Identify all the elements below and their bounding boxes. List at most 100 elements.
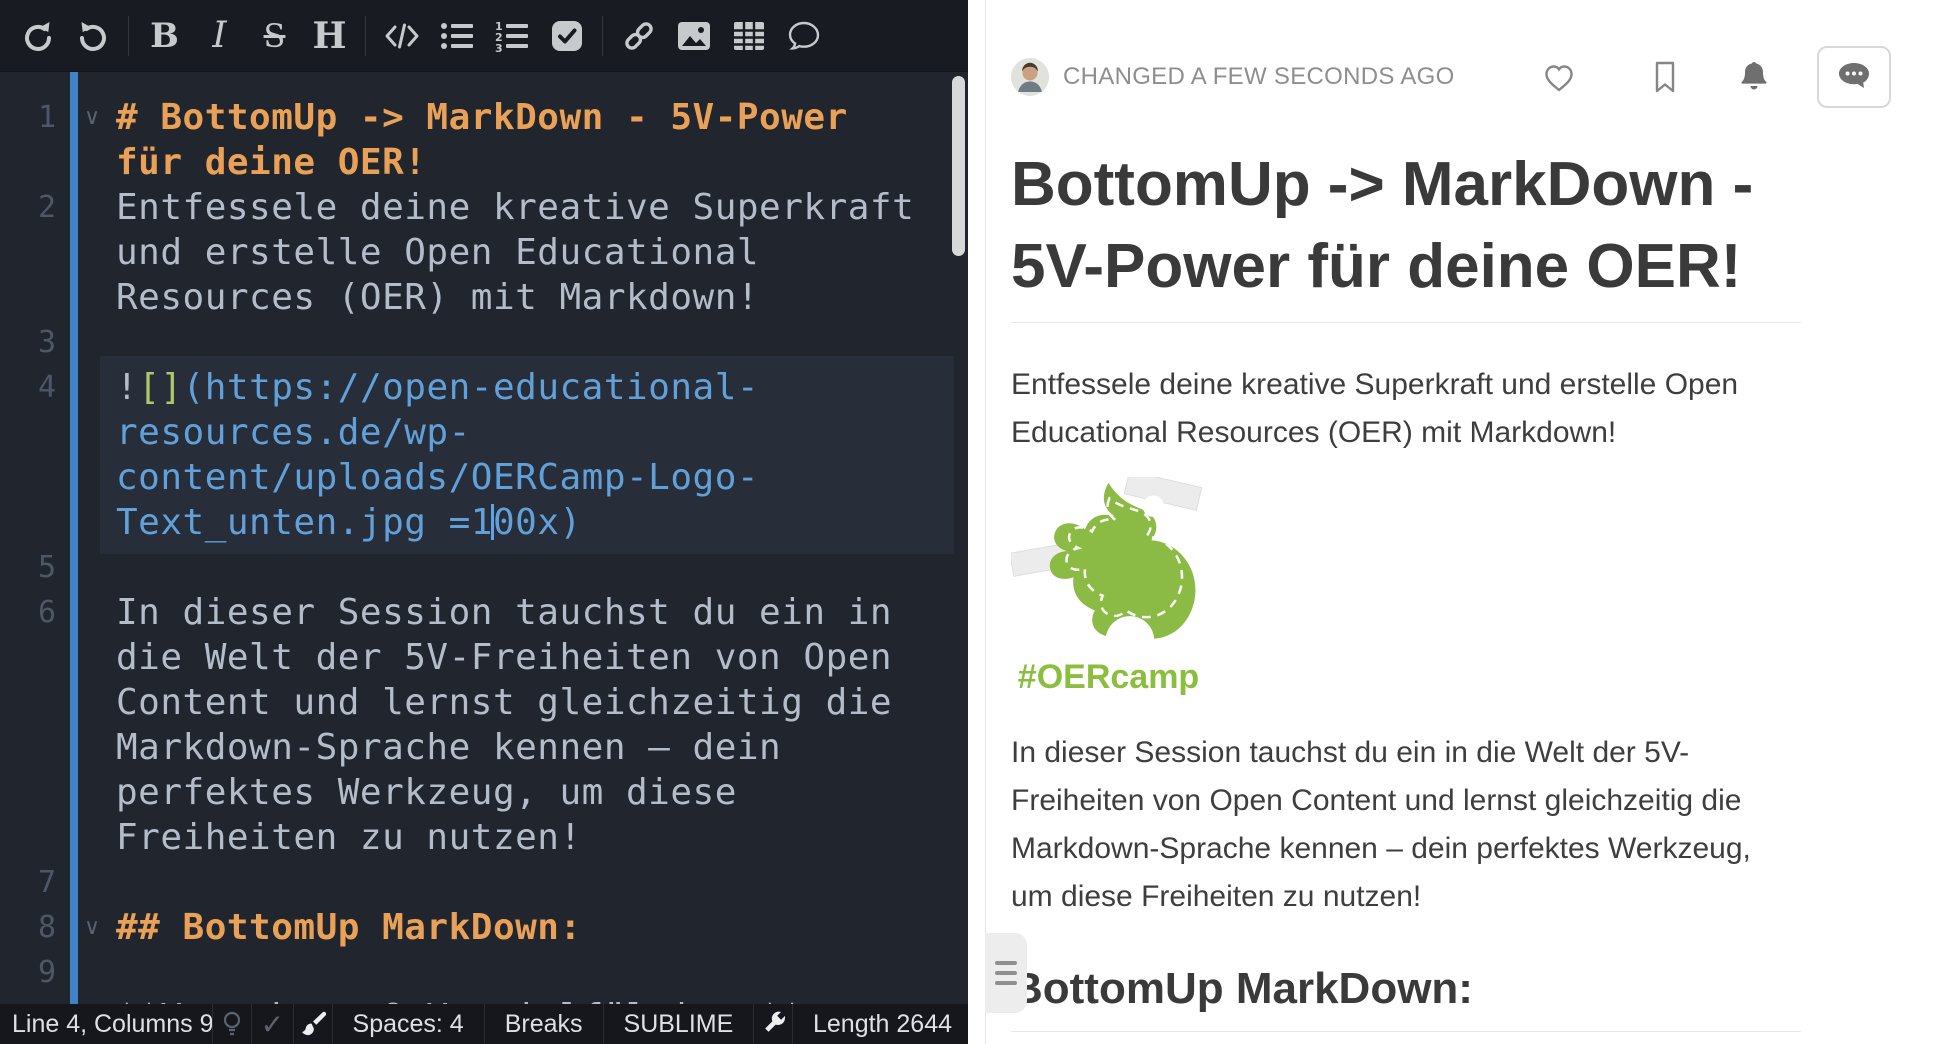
link-button[interactable] bbox=[611, 12, 666, 60]
like-button[interactable] bbox=[1541, 60, 1577, 94]
toolbar-divider bbox=[128, 16, 129, 56]
editor-row[interactable]: Freiheiten zu nutzen! bbox=[0, 815, 968, 860]
editor-row-text: ## BottomUp MarkDown: bbox=[116, 905, 582, 950]
editor-scrollbar-thumb[interactable] bbox=[952, 76, 965, 256]
editor-row[interactable]: 9 bbox=[0, 950, 968, 995]
length-label: Length 2644 bbox=[813, 1010, 952, 1039]
pane-resize-handle[interactable] bbox=[985, 933, 1027, 1013]
editor-row[interactable]: 8 ∨ ## BottomUp MarkDown: bbox=[0, 905, 968, 950]
editor-row-text: In dieser Session tauchst du ein in bbox=[116, 590, 892, 635]
keymap-setting[interactable]: SUBLIME bbox=[604, 1004, 755, 1044]
code-token: content/uploads/OERCamp-Logo- bbox=[116, 457, 759, 498]
indent-setting[interactable]: Spaces: 4 bbox=[333, 1004, 485, 1044]
editor-row[interactable]: Resources (OER) mit Markdown! bbox=[0, 275, 968, 320]
code-token: # BottomUp -> MarkDown - 5V-Power bbox=[116, 97, 848, 138]
line-number: 10 bbox=[0, 995, 56, 1004]
editor-row[interactable]: Text_unten.jpg =100x) bbox=[0, 500, 968, 545]
table-button[interactable] bbox=[721, 12, 776, 60]
italic-button[interactable]: I bbox=[192, 12, 247, 60]
notifications-button[interactable] bbox=[1739, 60, 1769, 94]
strikethrough-icon: S bbox=[264, 17, 286, 55]
link-icon bbox=[621, 18, 657, 54]
open-comments-button[interactable] bbox=[1817, 46, 1891, 108]
editor-row[interactable]: die Welt der 5V-Freiheiten von Open bbox=[0, 635, 968, 680]
bold-button[interactable]: B bbox=[137, 12, 192, 60]
editor-status-bar: Line 4, Columns 92 — 21 ✓ Spaces: 4 Brea… bbox=[0, 1004, 968, 1044]
editor-row[interactable]: content/uploads/OERCamp-Logo- bbox=[0, 455, 968, 500]
heading-button[interactable]: H bbox=[302, 12, 357, 60]
oercamp-flame-image bbox=[1011, 477, 1206, 657]
editor-row-text: Markdown-Sprache kennen – dein bbox=[116, 725, 781, 770]
code-block-button[interactable] bbox=[374, 12, 429, 60]
spellcheck-toggle[interactable]: ✓ bbox=[252, 1004, 294, 1044]
handle-grip-icon bbox=[995, 971, 1017, 975]
editor-row-text: Content und lernst gleichzeitig die bbox=[116, 680, 892, 725]
editor-row[interactable]: 7 bbox=[0, 860, 968, 905]
editor-row-text: Resources (OER) mit Markdown! bbox=[116, 275, 759, 320]
editor-pane: B I S H 123 bbox=[0, 0, 968, 1044]
code-token: (https://open-educational- bbox=[183, 367, 760, 408]
editor-row-text: resources.de/wp- bbox=[116, 410, 471, 455]
unordered-list-icon bbox=[440, 20, 474, 52]
bold-icon: B bbox=[150, 16, 179, 56]
line-number: 8 bbox=[0, 905, 56, 950]
brush-icon bbox=[300, 1011, 326, 1037]
editor-row[interactable]: 1 ∨ # BottomUp -> MarkDown - 5V-Power bbox=[0, 95, 968, 140]
fold-chevron-icon[interactable]: ∨ bbox=[84, 95, 100, 140]
todo-list-button[interactable] bbox=[539, 12, 594, 60]
code-token: Content und lernst gleichzeitig die bbox=[116, 682, 892, 723]
oercamp-logo-caption: #OERcamp bbox=[1011, 658, 1206, 697]
redo-button[interactable] bbox=[65, 12, 120, 60]
editor-row[interactable]: 2 Entfessele deine kreative Superkraft bbox=[0, 185, 968, 230]
editor-row-text: Entfessele deine kreative Superkraft bbox=[116, 185, 914, 230]
undo-button[interactable] bbox=[10, 12, 65, 60]
preview-title: BottomUp -> MarkDown - 5V-Power für dein… bbox=[1011, 144, 1801, 323]
code-token: Markdown-Sprache kennen – dein bbox=[116, 727, 781, 768]
editor-row[interactable]: 5 bbox=[0, 545, 968, 590]
editor-row[interactable]: perfektes Werkzeug, um diese bbox=[0, 770, 968, 815]
night-mode-toggle[interactable] bbox=[213, 1004, 252, 1044]
preview-heading-2: BottomUp MarkDown: bbox=[1011, 963, 1801, 1032]
bookmark-icon bbox=[1651, 60, 1679, 94]
code-token: 00x) bbox=[493, 502, 582, 543]
avatar-image bbox=[1011, 58, 1049, 96]
spaces-label: Spaces: 4 bbox=[353, 1010, 464, 1039]
editor-row[interactable]: 6In dieser Session tauchst du ein in bbox=[0, 590, 968, 635]
handle-grip-icon bbox=[995, 961, 1017, 965]
italic-icon: I bbox=[212, 15, 226, 56]
breaks-label: Breaks bbox=[505, 1010, 583, 1039]
comment-bubble-icon bbox=[1835, 60, 1873, 94]
code-token: ## BottomUp MarkDown: bbox=[116, 907, 582, 948]
linebreak-setting[interactable]: Breaks bbox=[485, 1004, 604, 1044]
editor-row-text: ![](https://open-educational- bbox=[116, 365, 759, 410]
image-button[interactable] bbox=[666, 12, 721, 60]
editor-row[interactable]: resources.de/wp- bbox=[0, 410, 968, 455]
code-token: **Verwahren & Vervielfältigen** bbox=[116, 997, 803, 1004]
unordered-list-button[interactable] bbox=[429, 12, 484, 60]
bell-icon bbox=[1739, 60, 1769, 94]
editor-row[interactable]: Content und lernst gleichzeitig die bbox=[0, 680, 968, 725]
bookmark-button[interactable] bbox=[1651, 60, 1679, 94]
line-number: 2 bbox=[0, 185, 56, 230]
changed-timestamp: CHANGED A FEW SECONDS AGO bbox=[1063, 63, 1455, 91]
toolbar-divider bbox=[365, 16, 366, 56]
avatar[interactable] bbox=[1011, 58, 1049, 96]
oercamp-logo: #OERcamp bbox=[1011, 477, 1206, 697]
theme-brush-toggle[interactable] bbox=[294, 1004, 333, 1044]
fold-chevron-icon[interactable]: ∨ bbox=[84, 905, 100, 950]
code-editor[interactable]: 1 ∨ # BottomUp -> MarkDown - 5V-Powerfür d… bbox=[0, 72, 968, 1004]
editor-row[interactable]: für deine OER! bbox=[0, 140, 968, 185]
ordered-list-button[interactable]: 123 bbox=[484, 12, 539, 60]
preview-pane: CHANGED A FEW SECONDS AGO BottomUp -> Ma… bbox=[968, 0, 1938, 1044]
editor-row[interactable]: und erstelle Open Educational bbox=[0, 230, 968, 275]
editor-row-text: Freiheiten zu nutzen! bbox=[116, 815, 582, 860]
line-number: 1 bbox=[0, 95, 56, 140]
editor-row[interactable]: 4![](https://open-educational- bbox=[0, 365, 968, 410]
editor-row-text: perfektes Werkzeug, um diese bbox=[116, 770, 737, 815]
editor-row[interactable]: Markdown-Sprache kennen – dein bbox=[0, 725, 968, 770]
editor-row[interactable]: 10 **Verwahren & Vervielfältigen** bbox=[0, 995, 968, 1004]
preferences-button[interactable] bbox=[754, 1004, 793, 1044]
comment-button-toolbar[interactable] bbox=[776, 12, 831, 60]
strikethrough-button[interactable]: S bbox=[247, 12, 302, 60]
check-icon: ✓ bbox=[261, 1008, 284, 1041]
